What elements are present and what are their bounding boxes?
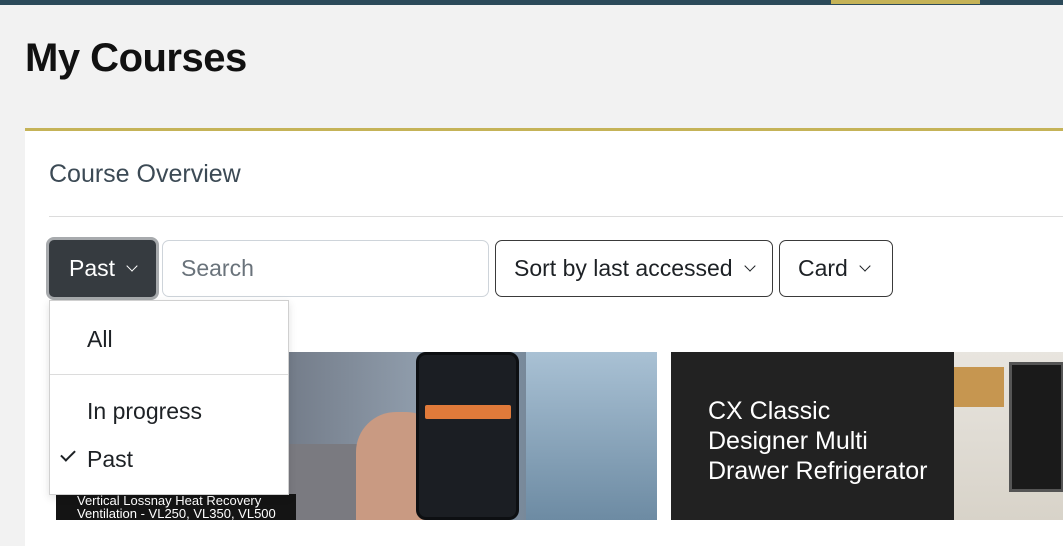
page-title: My Courses (25, 36, 247, 80)
sort-label: Sort by last accessed (514, 255, 733, 281)
chevron-down-icon (126, 260, 138, 272)
view-mode-dropdown-button[interactable]: Card (779, 240, 893, 297)
grouping-dropdown-menu: All In progress Past (49, 300, 289, 495)
kitchen-graphic (954, 352, 1063, 520)
course-image-title: CX Classic Designer Multi Drawer Refrige… (708, 397, 928, 485)
check-icon (60, 446, 76, 462)
block-title: Course Overview (49, 160, 241, 188)
course-card-image[interactable]: CX Classic Designer Multi Drawer Refrige… (671, 352, 1063, 520)
course-image-caption: Vertical Lossnay Heat Recovery Ventilati… (56, 494, 296, 520)
grouping-filter-button[interactable]: Past (46, 237, 159, 300)
phone-graphic (416, 352, 519, 520)
dropdown-item-label: All (87, 325, 113, 352)
search-input[interactable] (162, 240, 489, 297)
chevron-down-icon (859, 260, 871, 272)
dropdown-divider (50, 374, 288, 375)
grouping-filter-label: Past (69, 255, 116, 281)
dropdown-item-all[interactable]: All (50, 317, 288, 361)
navbar-active-indicator (831, 0, 980, 4)
view-mode-label: Card (798, 255, 848, 281)
dropdown-item-label: In progress (87, 397, 203, 424)
dropdown-item-past[interactable]: Past (50, 437, 288, 481)
phone-alert-bar (425, 405, 511, 419)
window-graphic (526, 352, 657, 520)
dropdown-item-in-progress[interactable]: In progress (50, 389, 288, 433)
shelf-graphic (954, 367, 1004, 407)
oven-graphic (1009, 362, 1063, 492)
sort-dropdown-button[interactable]: Sort by last accessed (495, 240, 773, 297)
chevron-down-icon (743, 260, 756, 272)
dropdown-item-label: Past (87, 445, 134, 472)
divider (49, 216, 1063, 217)
